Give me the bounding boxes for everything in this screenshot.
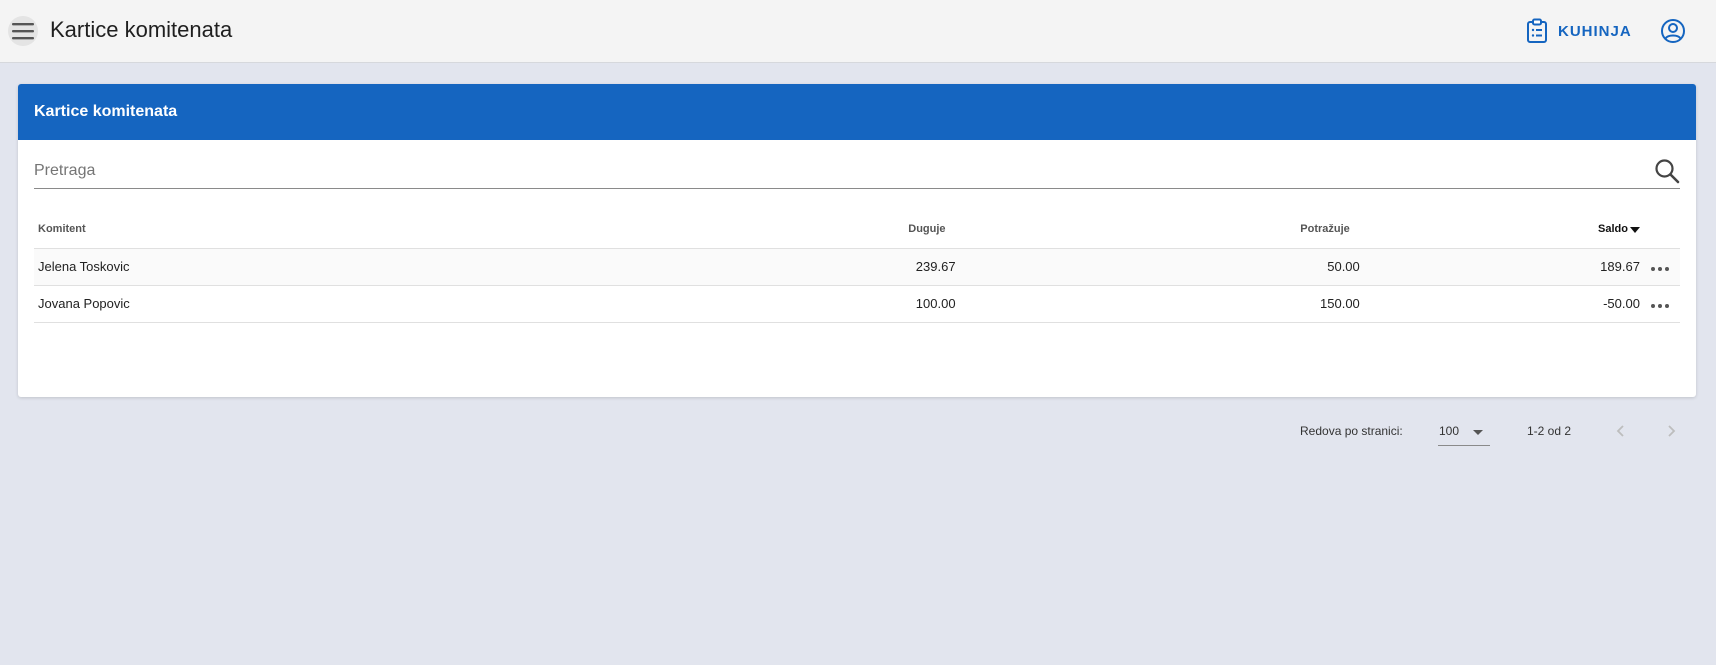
- rows-per-page-select[interactable]: 100: [1438, 416, 1490, 446]
- sort-desc-arrow-icon: [1629, 226, 1640, 233]
- debit-cell: 239.67: [594, 248, 960, 286]
- kitchen-label: KUHINJA: [1558, 22, 1632, 40]
- column-header-actions: [1639, 210, 1680, 249]
- column-header-label: Potražuje: [1300, 222, 1350, 235]
- partner-name-cell: Jelena Toskovic: [34, 248, 595, 286]
- page-title: Kartice komitenata: [50, 17, 233, 42]
- hamburger-icon: [12, 23, 34, 40]
- panel-title: Kartice komitenata: [34, 103, 178, 120]
- saldo-cell: -50.00: [1359, 285, 1640, 323]
- debit-cell: 100.00: [594, 285, 960, 323]
- search-icon[interactable]: [1654, 158, 1680, 184]
- account-circle-icon: [1661, 19, 1685, 43]
- next-page-button[interactable]: [1656, 416, 1686, 446]
- previous-page-button[interactable]: [1606, 416, 1636, 446]
- chevron-left-icon: [1616, 425, 1624, 437]
- saldo-cell: 189.67: [1359, 248, 1640, 286]
- clipboard-list-icon: [1527, 18, 1547, 43]
- search-field: [34, 154, 1680, 189]
- partner-name-cell: Jovana Popovic: [34, 285, 595, 323]
- user-account-button[interactable]: [1658, 16, 1688, 46]
- row-actions-button[interactable]: [1639, 285, 1680, 323]
- table-pagination: Redova po stranici: 100 1-2 od 2: [34, 412, 1680, 452]
- column-header-partner[interactable]: Komitent: [34, 210, 595, 249]
- column-header-saldo[interactable]: Saldo: [1359, 210, 1640, 249]
- table-header-row: Komitent Duguje Potražuje Saldo: [34, 210, 1680, 249]
- table-row[interactable]: Jelena Toskovic 239.67 50.00 189.67: [34, 248, 1680, 286]
- table-row[interactable]: Jovana Popovic 100.00 150.00 -50.00: [34, 285, 1680, 323]
- column-header-label: Saldo: [1597, 222, 1628, 235]
- menu-button[interactable]: [8, 16, 38, 46]
- partner-cards-panel: Kartice komitenata Komitent Duguje Potra…: [18, 84, 1696, 446]
- rows-per-page-value: 100: [1439, 424, 1460, 438]
- row-actions-button[interactable]: [1639, 248, 1680, 286]
- partner-table: Komitent Duguje Potražuje Saldo Jelena T…: [34, 210, 1680, 323]
- column-header-credit[interactable]: Potražuje: [959, 210, 1360, 249]
- credit-cell: 150.00: [959, 285, 1360, 323]
- search-input[interactable]: [34, 154, 1634, 188]
- caret-down-icon: [1473, 430, 1483, 435]
- chevron-right-icon: [1668, 425, 1676, 437]
- credit-cell: 50.00: [959, 248, 1360, 286]
- more-horizontal-icon: [1650, 304, 1669, 308]
- app-bar: Kartice komitenata KUHINJA: [0, 0, 1716, 63]
- column-header-label: Komitent: [38, 222, 86, 235]
- column-header-debit[interactable]: Duguje: [594, 210, 960, 249]
- more-horizontal-icon: [1650, 267, 1669, 271]
- rows-per-page-label: Redova po stranici:: [1300, 424, 1403, 438]
- kitchen-button[interactable]: KUHINJA: [1526, 14, 1632, 48]
- column-header-label: Duguje: [908, 222, 946, 235]
- panel-header: Kartice komitenata: [18, 84, 1696, 140]
- page-range-label: 1-2 od 2: [1527, 424, 1572, 438]
